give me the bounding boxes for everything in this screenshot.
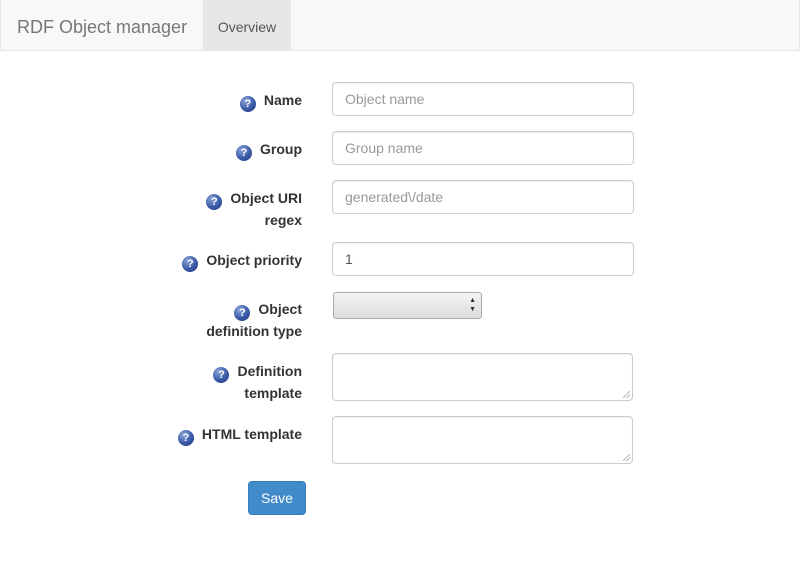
help-icon[interactable]: ? [239, 96, 256, 112]
help-icon[interactable]: ? [177, 430, 194, 446]
object-priority-label: ? Object priority [182, 250, 302, 272]
definition-template-label: ? Definition template [213, 361, 302, 403]
up-down-arrows-icon: ▲ ▼ [469, 297, 476, 313]
group-label: ? Group [236, 139, 302, 161]
object-definition-type-select[interactable]: ▲ ▼ [333, 292, 482, 319]
resize-grip-icon[interactable] [623, 391, 630, 398]
definition-template-textarea[interactable] [332, 353, 633, 401]
help-icon[interactable]: ? [213, 367, 230, 383]
name-label: ? Name [239, 90, 302, 112]
save-button[interactable]: Save [248, 481, 306, 515]
object-priority-input[interactable] [332, 242, 634, 276]
top-navbar: RDF Object manager Overview [0, 0, 800, 51]
name-input[interactable] [332, 82, 634, 116]
object-uri-regex-input[interactable] [332, 180, 634, 214]
help-icon[interactable]: ? [206, 194, 223, 210]
tab-overview[interactable]: Overview [203, 0, 291, 50]
object-definition-type-label: ? Object definition type [206, 301, 302, 339]
app-brand[interactable]: RDF Object manager [17, 0, 187, 50]
help-icon[interactable]: ? [234, 305, 251, 321]
help-icon[interactable]: ? [182, 256, 199, 272]
group-input[interactable] [332, 131, 634, 165]
html-template-textarea[interactable] [332, 416, 633, 464]
html-template-label: ? HTML template [177, 424, 302, 446]
help-icon[interactable]: ? [236, 145, 252, 161]
object-uri-regex-label: ? Object URI regex [206, 188, 302, 230]
resize-grip-icon[interactable] [623, 454, 630, 461]
